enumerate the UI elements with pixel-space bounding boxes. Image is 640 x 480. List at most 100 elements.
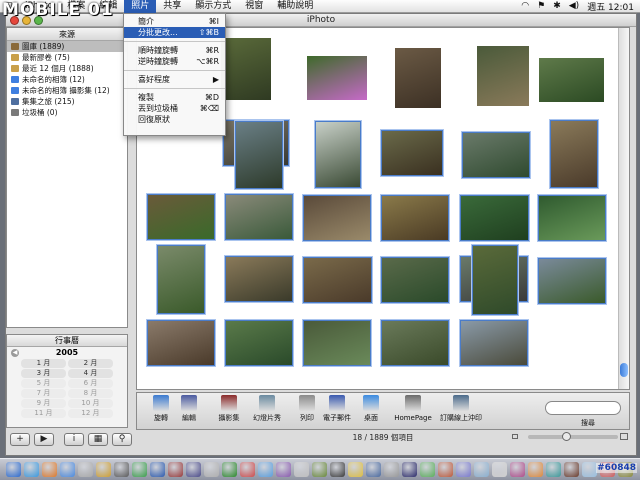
bluetooth-icon[interactable]: ✱ bbox=[553, 1, 561, 11]
photo-thumbnail[interactable] bbox=[221, 38, 271, 100]
calendar-month[interactable]: 4 月 bbox=[68, 369, 113, 378]
menu-clock[interactable]: 週五 12:01 bbox=[587, 0, 634, 13]
slideshow-button[interactable]: 幻燈片秀 bbox=[247, 395, 287, 423]
dock-app-icon[interactable] bbox=[222, 462, 237, 477]
photo-thumbnail[interactable] bbox=[460, 320, 528, 366]
calendar-month[interactable]: 5 月 bbox=[21, 379, 66, 388]
sidebar-item[interactable]: 未命名的相簿 攝影集 (12) bbox=[7, 85, 127, 96]
search-field[interactable] bbox=[545, 401, 621, 415]
calendar-button[interactable]: ▦ bbox=[88, 433, 108, 446]
menu-share[interactable]: 共享 bbox=[156, 0, 188, 13]
sidebar-item[interactable]: 未命名的相簿 (12) bbox=[7, 74, 127, 85]
dock-app-icon[interactable] bbox=[438, 462, 453, 477]
photo-thumbnail[interactable] bbox=[381, 320, 449, 366]
keyword-button[interactable]: ⚲ bbox=[112, 433, 132, 446]
photos-menu-item[interactable]: 簡介 ⌘I bbox=[124, 16, 225, 27]
volume-icon[interactable]: ◀) bbox=[569, 1, 579, 11]
photos-menu-item[interactable]: 喜好程度 ▶ bbox=[124, 74, 225, 85]
photo-thumbnail[interactable] bbox=[538, 258, 606, 304]
calendar-month[interactable]: 11 月 bbox=[21, 409, 66, 418]
dock-app-icon[interactable] bbox=[42, 462, 57, 477]
photo-thumbnail[interactable] bbox=[462, 132, 530, 178]
photo-thumbnail[interactable] bbox=[477, 46, 529, 106]
dock-app-icon[interactable] bbox=[366, 462, 381, 477]
photo-thumbnail[interactable] bbox=[381, 257, 449, 303]
calendar-month[interactable]: 9 月 bbox=[21, 399, 66, 408]
photo-thumbnail[interactable] bbox=[538, 195, 606, 241]
calendar-month[interactable]: 8 月 bbox=[68, 389, 113, 398]
sidebar-item[interactable]: 最近 12 個月 (1888) bbox=[7, 63, 127, 74]
photo-thumbnail[interactable] bbox=[395, 48, 441, 108]
dock-app-icon[interactable] bbox=[114, 462, 129, 477]
photo-thumbnail[interactable] bbox=[303, 257, 372, 303]
dock-app-icon[interactable] bbox=[564, 462, 579, 477]
calendar-month[interactable]: 1 月 bbox=[21, 359, 66, 368]
slider-knob[interactable] bbox=[562, 432, 571, 441]
dock-app-icon[interactable] bbox=[402, 462, 417, 477]
photos-menu-item[interactable]: 複製 ⌘D bbox=[124, 92, 225, 103]
photo-thumbnail[interactable] bbox=[307, 56, 367, 100]
photo-thumbnail[interactable] bbox=[472, 245, 518, 315]
dock-app-icon[interactable] bbox=[348, 462, 363, 477]
photo-thumbnail[interactable] bbox=[225, 320, 293, 366]
dock-app-icon[interactable] bbox=[492, 462, 507, 477]
flag-icon[interactable]: ⚑ bbox=[537, 1, 545, 11]
dock-app-icon[interactable] bbox=[186, 462, 201, 477]
photos-menu-item[interactable]: 順時鐘旋轉 ⌘R bbox=[124, 45, 225, 56]
sidebar-item[interactable]: 圖庫 (1889) bbox=[7, 41, 127, 52]
play-slideshow-button[interactable]: ▶ bbox=[34, 433, 54, 446]
dock-app-icon[interactable] bbox=[312, 462, 327, 477]
dock-app-icon[interactable] bbox=[474, 462, 489, 477]
dock-app-icon[interactable] bbox=[168, 462, 183, 477]
photo-thumbnail[interactable] bbox=[225, 256, 293, 302]
photo-thumbnail[interactable] bbox=[157, 245, 205, 314]
menu-help[interactable]: 輔助說明 bbox=[270, 0, 320, 13]
dock-app-icon[interactable] bbox=[276, 462, 291, 477]
photo-thumbnail[interactable] bbox=[381, 195, 449, 241]
photo-thumbnail[interactable] bbox=[550, 120, 598, 188]
calendar-month[interactable]: 6 月 bbox=[68, 379, 113, 388]
dock-app-icon[interactable] bbox=[60, 462, 75, 477]
calendar-month[interactable]: 7 月 bbox=[21, 389, 66, 398]
dock-app-icon[interactable] bbox=[420, 462, 435, 477]
calendar-month[interactable]: 12 月 bbox=[68, 409, 113, 418]
sidebar-item[interactable]: 垃圾桶 (0) bbox=[7, 107, 127, 118]
sidebar-item[interactable]: 最新膠卷 (75) bbox=[7, 52, 127, 63]
dock-app-icon[interactable] bbox=[546, 462, 561, 477]
dock-app-icon[interactable] bbox=[132, 462, 147, 477]
scroll-thumb[interactable] bbox=[620, 363, 628, 377]
calendar-month[interactable]: 3 月 bbox=[21, 369, 66, 378]
photos-menu-item[interactable]: 丟到垃圾桶 ⌘⌫ bbox=[124, 103, 225, 114]
wifi-icon[interactable]: ◠ bbox=[521, 1, 529, 11]
dock-app-icon[interactable] bbox=[258, 462, 273, 477]
dock-app-icon[interactable] bbox=[510, 462, 525, 477]
edit-button[interactable]: 編輯 bbox=[169, 395, 209, 423]
dock-app-icon[interactable] bbox=[294, 462, 309, 477]
photo-thumbnail[interactable] bbox=[225, 194, 293, 240]
add-album-button[interactable]: + bbox=[10, 433, 30, 446]
menu-window[interactable]: 視窗 bbox=[238, 0, 270, 13]
homepage-button[interactable]: HomePage bbox=[387, 395, 439, 423]
dock-app-icon[interactable] bbox=[96, 462, 111, 477]
dock-app-icon[interactable] bbox=[456, 462, 471, 477]
photo-thumbnail[interactable] bbox=[303, 195, 371, 241]
dock-app-icon[interactable] bbox=[204, 462, 219, 477]
desktop-button[interactable]: 桌面 bbox=[351, 395, 391, 423]
photo-thumbnail[interactable] bbox=[381, 130, 443, 176]
vertical-scrollbar[interactable] bbox=[618, 28, 629, 389]
dock-app-icon[interactable] bbox=[384, 462, 399, 477]
photo-thumbnail[interactable] bbox=[147, 194, 215, 240]
photo-thumbnail[interactable] bbox=[460, 195, 529, 241]
photo-thumbnail[interactable] bbox=[315, 121, 361, 188]
dock-app-icon[interactable] bbox=[24, 462, 39, 477]
info-button[interactable]: i bbox=[64, 433, 84, 446]
menu-view[interactable]: 顯示方式 bbox=[188, 0, 238, 13]
photo-thumbnail[interactable] bbox=[303, 320, 371, 366]
dock-app-icon[interactable] bbox=[528, 462, 543, 477]
menu-photos[interactable]: 照片 bbox=[124, 0, 157, 13]
photo-thumbnail[interactable] bbox=[147, 320, 215, 366]
dock-app-icon[interactable] bbox=[240, 462, 255, 477]
photo-thumbnail[interactable] bbox=[539, 58, 604, 102]
previous-year-icon[interactable]: ◀ bbox=[11, 349, 19, 357]
photo-thumbnail[interactable] bbox=[235, 121, 283, 189]
